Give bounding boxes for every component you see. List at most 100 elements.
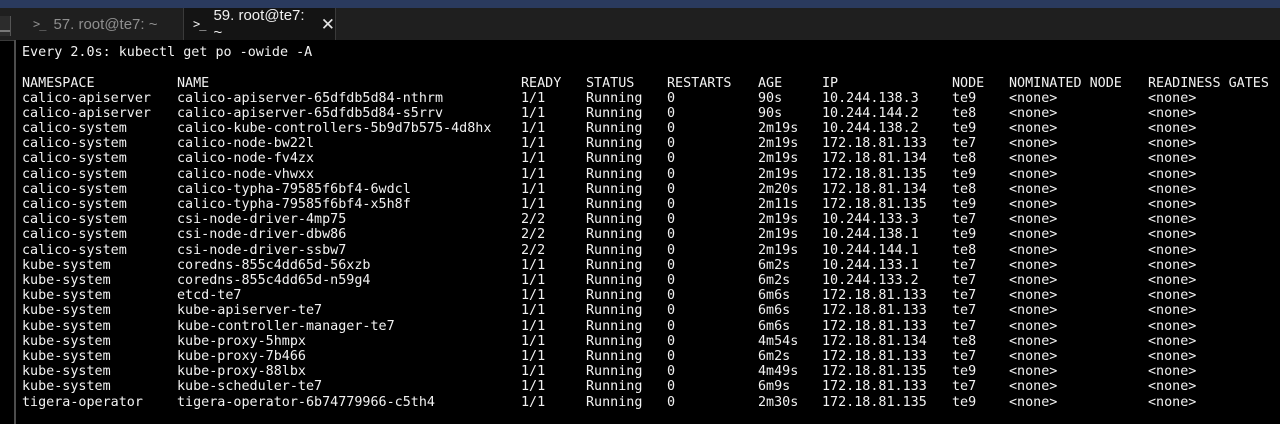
readiness-gates-cell: <none> <box>1148 318 1197 334</box>
readiness-gates-cell: <none> <box>1148 364 1197 380</box>
sidebar-handle[interactable] <box>0 16 11 36</box>
status-cell: Running <box>586 272 643 288</box>
pod-name-cell: calico-kube-controllers-5b9d7b575-4d8hx <box>177 120 492 136</box>
pod-name-cell: calico-node-fv4zx <box>177 151 315 167</box>
age-cell: 2m19s <box>758 242 799 258</box>
tab-session-57[interactable]: >_ 57. root@te7: ~ <box>16 8 184 40</box>
window-top-stripe <box>0 0 1280 8</box>
ready-cell: 1/1 <box>521 303 546 319</box>
node-cell: te9 <box>952 196 977 212</box>
ready-cell: 1/1 <box>521 166 546 182</box>
readiness-gates-cell: <none> <box>1148 379 1197 395</box>
restarts-cell: 0 <box>667 227 676 243</box>
column-header: READINESS GATES <box>1148 75 1269 91</box>
nominated-node-cell: <none> <box>1009 90 1058 106</box>
restarts-cell: 0 <box>667 303 676 319</box>
close-icon[interactable]: ✕ <box>321 16 335 33</box>
column-header: READY <box>521 75 562 91</box>
tab-label: 59. root@te7: ~ <box>213 7 305 41</box>
age-cell: 2m19s <box>758 120 799 136</box>
readiness-gates-cell: <none> <box>1148 90 1197 106</box>
pod-row: kube-system kube-proxy-7b466 1/1 Running 0 6m… <box>16 349 1280 364</box>
node-cell: te9 <box>952 227 977 243</box>
nominated-node-cell: <none> <box>1009 151 1058 167</box>
nominated-node-cell: <none> <box>1009 166 1058 182</box>
ip-cell: 172.18.81.134 <box>822 151 927 167</box>
pod-name-cell: calico-node-bw22l <box>177 136 315 152</box>
node-cell: te7 <box>952 318 977 334</box>
node-cell: te7 <box>952 348 977 364</box>
pod-row: kube-system kube-proxy-5hmpx 1/1 Running 0 4m… <box>16 334 1280 349</box>
pod-name-cell: calico-apiserver-65dfdb5d84-s5rrv <box>177 105 444 121</box>
namespace-cell: tigera-operator <box>22 394 143 410</box>
restarts-cell: 0 <box>667 212 676 228</box>
pod-name-cell: csi-node-driver-ssbw7 <box>177 242 347 258</box>
restarts-cell: 0 <box>667 90 676 106</box>
restarts-cell: 0 <box>667 257 676 273</box>
node-cell: te9 <box>952 394 977 410</box>
pod-name-cell: coredns-855c4dd65d-n59g4 <box>177 272 371 288</box>
nominated-node-cell: <none> <box>1009 242 1058 258</box>
ready-cell: 1/1 <box>521 272 546 288</box>
pod-row: kube-system etcd-te7 1/1 Running 0 6m6s 172.18… <box>16 288 1280 303</box>
readiness-gates-cell: <none> <box>1148 257 1197 273</box>
tab-session-59[interactable]: >_ 59. root@te7: ~ ✕ <box>184 7 336 41</box>
nominated-node-cell: <none> <box>1009 181 1058 197</box>
column-header: NOMINATED NODE <box>1009 75 1122 91</box>
ip-cell: 172.18.81.133 <box>822 303 927 319</box>
ready-cell: 1/1 <box>521 333 546 349</box>
status-cell: Running <box>586 136 643 152</box>
node-cell: te8 <box>952 242 977 258</box>
age-cell: 90s <box>758 90 783 106</box>
pod-row: kube-system kube-proxy-88lbx 1/1 Running 0 4m… <box>16 364 1280 379</box>
node-cell: te9 <box>952 120 977 136</box>
pod-name-cell: etcd-te7 <box>177 288 242 304</box>
ip-cell: 10.244.138.2 <box>822 120 919 136</box>
column-header: NAME <box>177 75 210 91</box>
age-cell: 6m2s <box>758 348 791 364</box>
ready-cell: 1/1 <box>521 120 546 136</box>
pod-name-cell: calico-typha-79585f6bf4-x5h8f <box>177 196 411 212</box>
status-cell: Running <box>586 364 643 380</box>
namespace-cell: calico-apiserver <box>22 90 151 106</box>
restarts-cell: 0 <box>667 166 676 182</box>
pod-name-cell: tigera-operator-6b74779966-c5th4 <box>177 394 435 410</box>
ip-cell: 10.244.144.2 <box>822 105 919 121</box>
age-cell: 6m9s <box>758 379 791 395</box>
ip-cell: 10.244.144.1 <box>822 242 919 258</box>
ready-cell: 1/1 <box>521 181 546 197</box>
namespace-cell: kube-system <box>22 364 111 380</box>
node-cell: te9 <box>952 166 977 182</box>
age-cell: 2m19s <box>758 136 799 152</box>
age-cell: 6m6s <box>758 303 791 319</box>
readiness-gates-cell: <none> <box>1148 242 1197 258</box>
readiness-gates-cell: <none> <box>1148 181 1197 197</box>
ready-cell: 1/1 <box>521 257 546 273</box>
restarts-cell: 0 <box>667 333 676 349</box>
age-cell: 6m6s <box>758 288 791 304</box>
tab-label: 57. root@te7: ~ <box>53 15 158 33</box>
ready-cell: 1/1 <box>521 151 546 167</box>
restarts-cell: 0 <box>667 288 676 304</box>
namespace-cell: kube-system <box>22 348 111 364</box>
terminal-output[interactable]: Every 2.0s: kubectl get po -owide -A NAM… <box>14 40 1280 424</box>
age-cell: 2m11s <box>758 196 799 212</box>
column-header: RESTARTS <box>667 75 732 91</box>
ready-cell: 1/1 <box>521 90 546 106</box>
pod-row: calico-system calico-node-fv4zx 1/1 Running… <box>16 151 1280 166</box>
pod-row: kube-system kube-apiserver-te7 1/1 Running 0… <box>16 303 1280 318</box>
pod-row: calico-system csi-node-driver-dbw86 2/2 Run… <box>16 227 1280 242</box>
node-cell: te9 <box>952 90 977 106</box>
ready-cell: 1/1 <box>521 318 546 334</box>
pod-name-cell: csi-node-driver-dbw86 <box>177 227 347 243</box>
namespace-cell: kube-system <box>22 303 111 319</box>
nominated-node-cell: <none> <box>1009 303 1058 319</box>
node-cell: te7 <box>952 379 977 395</box>
sidebar-handle-rule <box>0 30 10 32</box>
namespace-cell: kube-system <box>22 379 111 395</box>
ip-cell: 172.18.81.135 <box>822 196 927 212</box>
age-cell: 4m49s <box>758 364 799 380</box>
pod-row: calico-system csi-node-driver-ssbw7 2/2 Run… <box>16 243 1280 258</box>
ip-cell: 172.18.81.133 <box>822 348 927 364</box>
node-cell: te7 <box>952 288 977 304</box>
